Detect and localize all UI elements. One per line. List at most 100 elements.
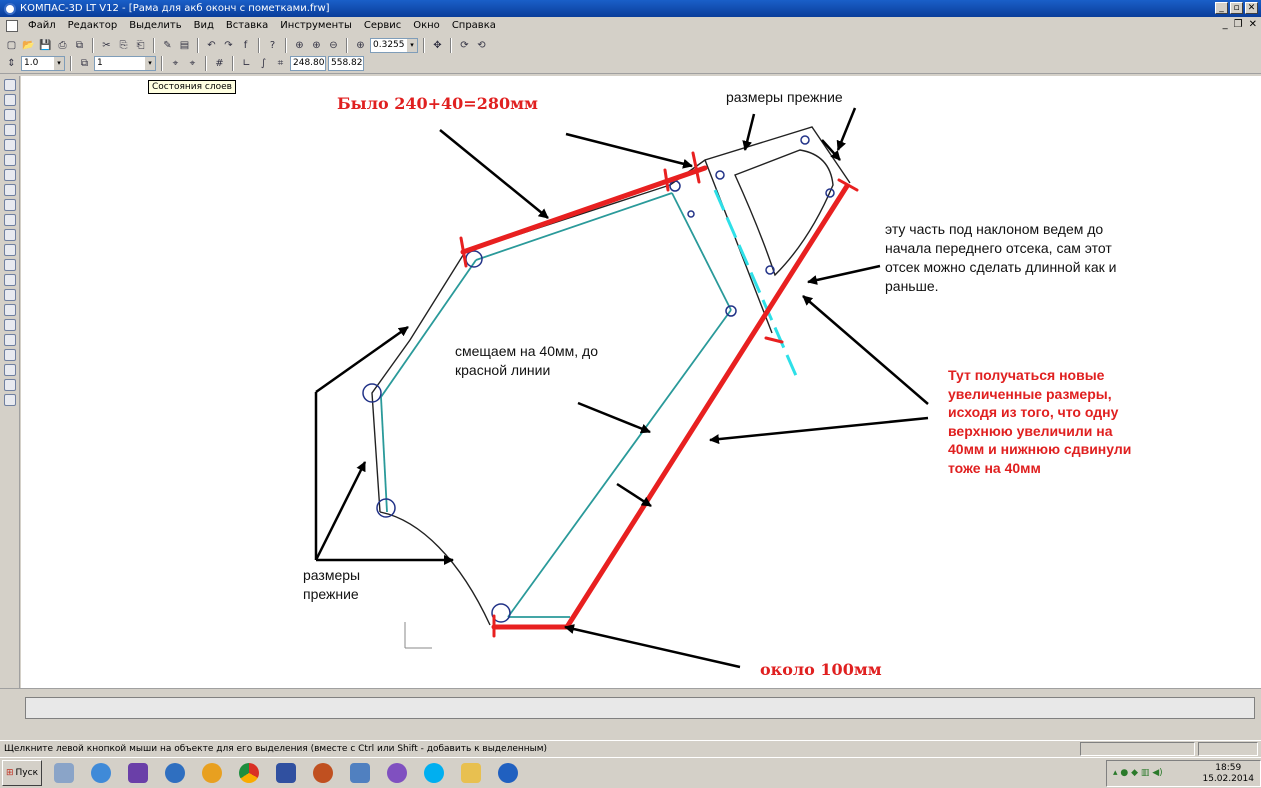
point-tool-icon[interactable] — [4, 184, 16, 196]
drawing-canvas[interactable]: Состояния слоев Было 240+40=280мм размер… — [21, 76, 1261, 688]
params-tool-icon[interactable] — [4, 154, 16, 166]
snap-icon[interactable]: ⌖ — [168, 56, 183, 71]
ie-app[interactable] — [86, 759, 116, 787]
print-icon[interactable]: ⎙ — [55, 38, 70, 53]
doc-minimize-button[interactable]: _ — [1223, 19, 1228, 30]
remote-app[interactable] — [345, 759, 375, 787]
vs-app[interactable] — [123, 759, 153, 787]
start-button[interactable]: ⊞ Пуск — [2, 760, 42, 786]
polyline-tool-icon[interactable] — [4, 289, 16, 301]
select-tool-icon[interactable] — [4, 79, 16, 91]
function-icon[interactable]: f — [238, 38, 253, 53]
notation-tool-icon[interactable] — [4, 124, 16, 136]
menu-select[interactable]: Выделить — [123, 20, 187, 31]
menu-tools[interactable]: Инструменты — [274, 20, 358, 31]
ie-icon — [91, 763, 111, 783]
monitor-icon — [350, 763, 370, 783]
refresh-icon[interactable]: ⟳ — [457, 38, 472, 53]
cursor-icon[interactable]: ⌗ — [273, 56, 288, 71]
print-preview-icon[interactable]: ⧉ — [72, 38, 87, 53]
edit-tool-icon[interactable] — [4, 139, 16, 151]
calculator-app[interactable] — [49, 759, 79, 787]
mail-app[interactable] — [197, 759, 227, 787]
manager-icon[interactable]: ▤ — [177, 38, 192, 53]
contour-tool-icon[interactable] — [4, 379, 16, 391]
help-icon[interactable]: ? — [265, 38, 280, 53]
redo-icon[interactable]: ↷ — [221, 38, 236, 53]
clock[interactable]: 18:59 15.02.2014 — [1202, 763, 1254, 785]
paste-icon[interactable]: ⎗ — [133, 38, 148, 53]
doc-restore-button[interactable]: ❐ — [1234, 19, 1243, 30]
skype-icon — [424, 763, 444, 783]
coord-x-field[interactable]: 248.80 — [290, 56, 326, 71]
front-compartment — [734, 149, 834, 277]
explorer-app[interactable] — [456, 759, 486, 787]
line-style-icon[interactable]: ⇕ — [4, 56, 19, 71]
measure-tool-icon[interactable] — [4, 169, 16, 181]
close-button[interactable]: ✕ — [1245, 2, 1258, 14]
snap-settings-icon[interactable]: ⌖ — [185, 56, 200, 71]
zoom-scale-icon[interactable]: ⊕ — [353, 38, 368, 53]
round-icon[interactable]: ∫ — [256, 56, 271, 71]
bezier-tool-icon[interactable] — [4, 304, 16, 316]
properties-icon[interactable]: ✎ — [160, 38, 175, 53]
dimensions-tool-icon[interactable] — [4, 109, 16, 121]
redraw-icon[interactable]: ⟲ — [474, 38, 489, 53]
skype-app[interactable] — [419, 759, 449, 787]
document-icon[interactable] — [6, 19, 18, 32]
save-icon[interactable]: 💾 — [38, 38, 53, 53]
zoom-frame-icon[interactable]: ⊕ — [292, 38, 307, 53]
open-file-icon[interactable]: 📂 — [21, 38, 36, 53]
spline-tool-icon[interactable] — [4, 274, 16, 286]
status-field-2 — [1198, 742, 1258, 756]
annotation-about: около 100мм — [760, 660, 882, 679]
zoom-field[interactable]: 0.3255 ▾ — [370, 37, 418, 53]
chamfer-tool-icon[interactable] — [4, 334, 16, 346]
command-input[interactable] — [25, 697, 1255, 719]
line-tool-icon[interactable] — [4, 199, 16, 211]
annotation-new-dims: Тут получаться новые увеличенные размеры… — [948, 367, 1132, 476]
undo-icon[interactable]: ↶ — [204, 38, 219, 53]
zoom-out-icon[interactable]: ⊖ — [326, 38, 341, 53]
circle-tool-icon[interactable] — [4, 229, 16, 241]
layer-field[interactable]: 1 ▾ — [94, 56, 156, 71]
menu-view[interactable]: Вид — [188, 20, 220, 31]
cut-icon[interactable]: ✂ — [99, 38, 114, 53]
copy-icon[interactable]: ⎘ — [116, 38, 131, 53]
scale-field[interactable]: 1.0 ▾ — [21, 56, 65, 71]
zoom-in-icon[interactable]: ⊕ — [309, 38, 324, 53]
segment-tool-icon[interactable] — [4, 214, 16, 226]
coord-y-field[interactable]: 558.82 — [328, 56, 364, 71]
kompas-app[interactable] — [493, 759, 523, 787]
disc-app[interactable] — [382, 759, 412, 787]
menu-editor[interactable]: Редактор — [62, 20, 124, 31]
layers-icon[interactable]: ⧉ — [77, 56, 92, 71]
menu-service[interactable]: Сервис — [358, 20, 407, 31]
viewer-app[interactable] — [308, 759, 338, 787]
menu-insert[interactable]: Вставка — [220, 20, 274, 31]
menu-window[interactable]: Окно — [407, 20, 446, 31]
new-file-icon[interactable]: ▢ — [4, 38, 19, 53]
menu-file[interactable]: Файл — [22, 20, 62, 31]
layers-tooltip: Состояния слоев — [148, 80, 236, 94]
arc-tool-icon[interactable] — [4, 244, 16, 256]
ellipse-tool-icon[interactable] — [4, 259, 16, 271]
maximize-button[interactable]: ▫ — [1230, 2, 1243, 14]
geometry-tool-icon[interactable] — [4, 94, 16, 106]
doc-close-button[interactable]: ✕ — [1249, 19, 1257, 30]
tray-icons[interactable]: ▴ ● ◆ ▥ ◀) — [1113, 768, 1163, 778]
ortho-icon[interactable]: ∟ — [239, 56, 254, 71]
menu-help[interactable]: Справка — [446, 20, 502, 31]
hatch-tool-icon[interactable] — [4, 364, 16, 376]
pan-icon[interactable]: ✥ — [430, 38, 445, 53]
annotation-dims-left: размеры прежние — [303, 567, 361, 602]
menu-bar: Файл Редактор Выделить Вид Вставка Инстр… — [0, 17, 1261, 34]
chrome-app[interactable] — [234, 759, 264, 787]
rectangle-tool-icon[interactable] — [4, 349, 16, 361]
media-app[interactable] — [160, 759, 190, 787]
grid-icon[interactable]: # — [212, 56, 227, 71]
equidistant-tool-icon[interactable] — [4, 394, 16, 406]
minimize-button[interactable]: _ — [1215, 2, 1228, 14]
fillet-tool-icon[interactable] — [4, 319, 16, 331]
save-app[interactable] — [271, 759, 301, 787]
